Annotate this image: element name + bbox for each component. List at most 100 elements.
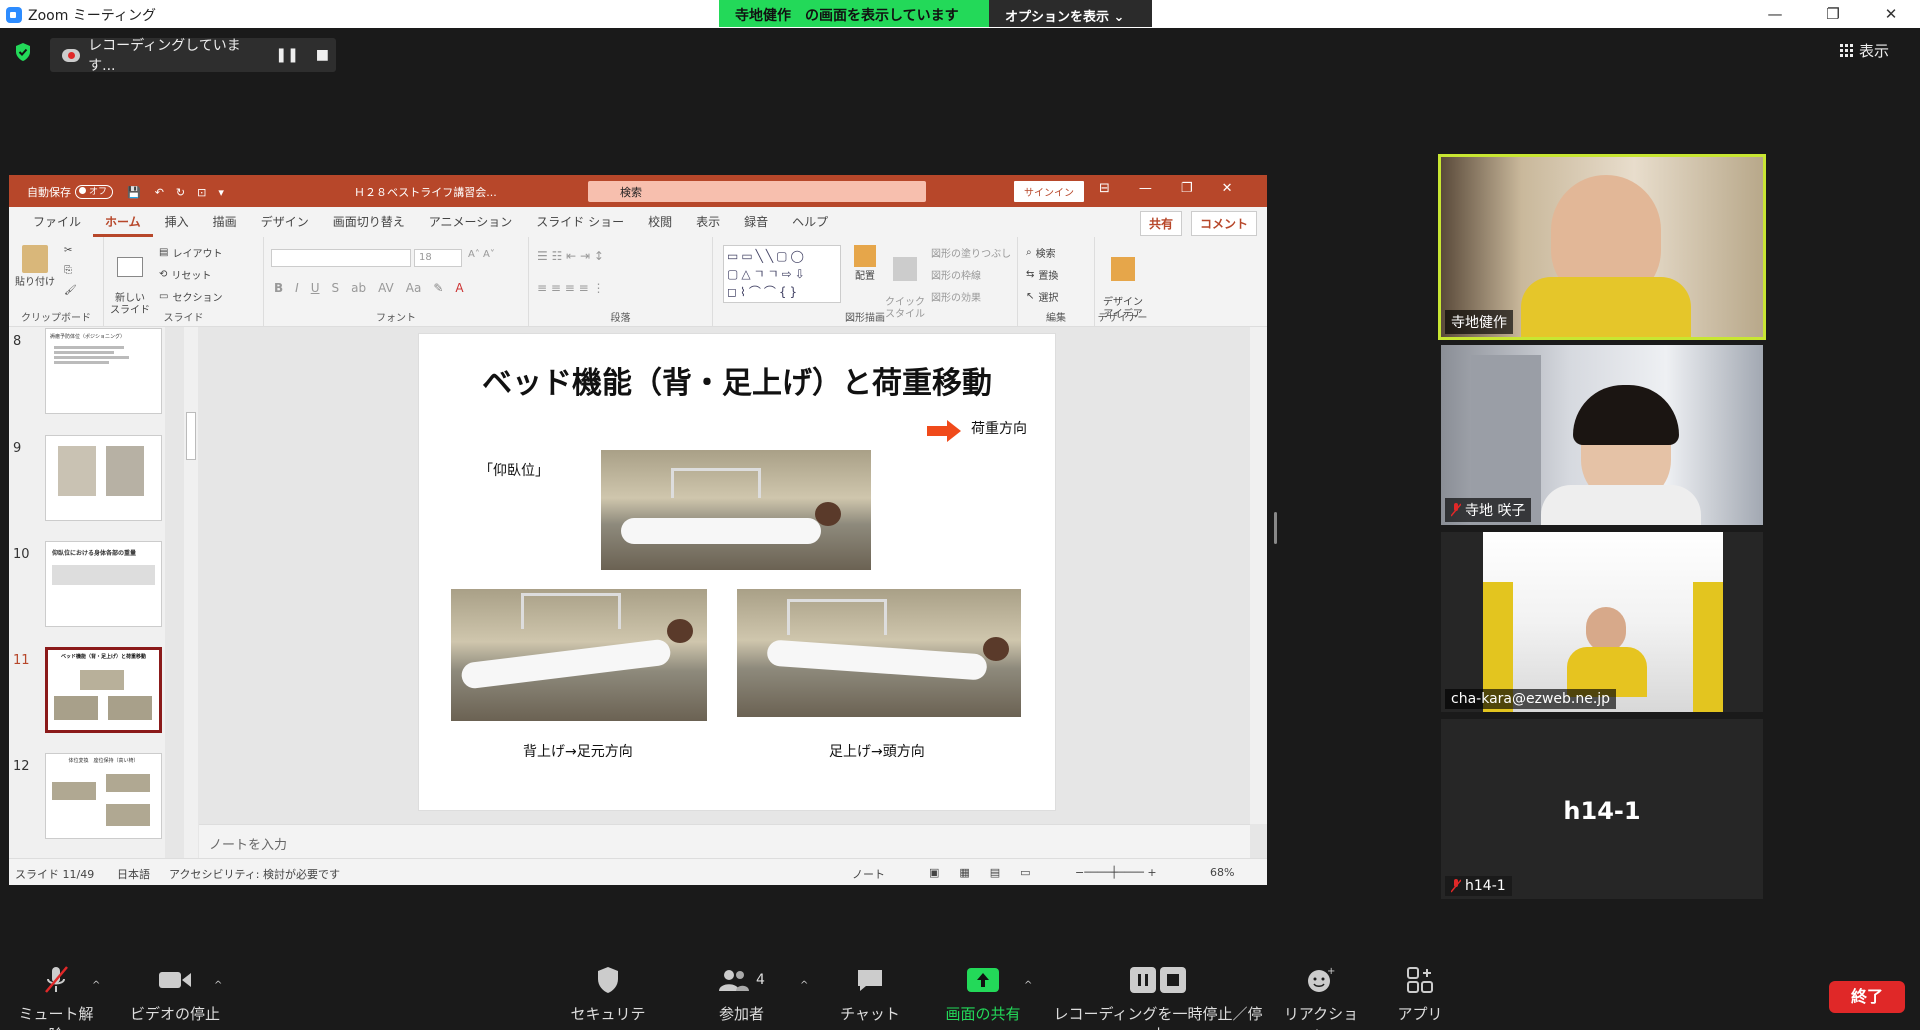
participants-options-caret[interactable]: ^: [800, 980, 808, 991]
apps-button[interactable]: アプリ: [1395, 965, 1445, 1024]
unmute-button[interactable]: ミュート解除: [14, 965, 98, 1030]
tab-record[interactable]: 録音: [732, 207, 780, 237]
pause-recording-button[interactable]: ❚❚: [274, 47, 301, 63]
pause-stop-recording-button[interactable]: レコーディングを一時停止／停止: [1053, 965, 1263, 1030]
accessibility-status[interactable]: アクセシビリティ: 検討が必要です: [169, 866, 340, 882]
share-screen-button[interactable]: 画面の共有: [938, 965, 1028, 1024]
font-size-buttons[interactable]: A˄ A˅: [468, 249, 495, 260]
ppt-share-button[interactable]: 共有: [1139, 211, 1182, 236]
signin-button[interactable]: サインイン: [1014, 181, 1084, 202]
tab-file[interactable]: ファイル: [21, 207, 93, 237]
autosave[interactable]: 自動保存 オフ 💾 ↶ ↻ ⊡ ▾: [27, 184, 224, 200]
thumbnail-8[interactable]: 8 褥瘡予防体位（ポジショニング）: [9, 328, 162, 418]
tab-review[interactable]: 校閲: [636, 207, 684, 237]
copy-icon[interactable]: ⎘: [64, 265, 72, 276]
shape-outline-button[interactable]: 図形の枠線: [931, 267, 981, 282]
layout-button[interactable]: ▤ レイアウト: [159, 245, 222, 260]
language-indicator[interactable]: 日本語: [117, 866, 150, 882]
minimize-button[interactable]: —: [1746, 0, 1804, 28]
thumbnail-9[interactable]: 9: [9, 435, 162, 525]
close-button[interactable]: ✕: [1862, 0, 1920, 28]
participant-tile-1[interactable]: 寺地健作: [1438, 154, 1766, 340]
view-options-button[interactable]: オプションを表示 ⌄: [989, 0, 1152, 27]
list-buttons[interactable]: ☰ ☷ ⇤ ⇥ ↕: [537, 249, 604, 263]
chat-button[interactable]: チャット: [835, 965, 905, 1024]
ppt-search-box[interactable]: 検索: [588, 181, 926, 202]
panel-resize-handle[interactable]: [1274, 512, 1277, 544]
view-mode-buttons[interactable]: ▣▦▤▭: [929, 866, 1051, 879]
tab-animations[interactable]: アニメーション: [417, 207, 525, 237]
stop-recording-button[interactable]: ■: [309, 47, 336, 63]
video-camera-icon: [159, 972, 191, 988]
ppt-restore-button[interactable]: ❐: [1181, 181, 1193, 196]
thumbnail-image-selected[interactable]: ベッド機能（背・足上げ）と荷重移動: [45, 647, 162, 733]
present-icon[interactable]: ⊡: [197, 186, 206, 199]
find-button[interactable]: ⌕ 検索: [1026, 245, 1056, 260]
select-button[interactable]: ↖ 選択: [1026, 289, 1058, 304]
notes-toggle-button[interactable]: ノート: [852, 866, 885, 882]
participants-button[interactable]: 4 参加者: [704, 965, 779, 1024]
new-slide-button[interactable]: 新しい スライド: [109, 245, 151, 317]
redo-icon[interactable]: ↻: [176, 186, 185, 199]
slide-scrollbar[interactable]: [1250, 327, 1267, 824]
section-button[interactable]: ▭ セクション: [159, 289, 222, 304]
share-options-caret[interactable]: ^: [1024, 980, 1032, 991]
thumbnail-scrollbar[interactable]: [184, 327, 198, 858]
tab-design[interactable]: デザイン: [249, 207, 321, 237]
document-title[interactable]: Ｈ２８ベストライフ講習会...: [354, 184, 497, 200]
paste-button[interactable]: 貼り付け: [15, 245, 55, 289]
restore-button[interactable]: ❐: [1804, 0, 1862, 28]
view-button[interactable]: 表示: [1840, 40, 1889, 61]
security-button[interactable]: セキュリティ: [568, 965, 648, 1030]
audio-options-caret[interactable]: ^: [92, 980, 100, 991]
zoom-slider[interactable]: −────┼──── +: [1075, 866, 1157, 879]
current-slide[interactable]: ベッド機能（背・足上げ）と荷重移動 荷重方向 「仰臥位」 背上げ→足元方向 足上…: [418, 333, 1056, 811]
thumbnail-10[interactable]: 10 仰臥位における身体各部の重量: [9, 541, 162, 631]
shield-icon[interactable]: [14, 42, 32, 62]
shape-fill-button[interactable]: 図形の塗りつぶし: [931, 245, 1011, 260]
customize-qat-icon[interactable]: ▾: [218, 186, 224, 199]
tab-draw[interactable]: 描画: [201, 207, 249, 237]
notes-input[interactable]: ノートを入力: [199, 824, 1250, 858]
ppt-minimize-button[interactable]: —: [1139, 181, 1152, 196]
align-buttons[interactable]: ≡ ≡ ≡ ≡ ⋮: [537, 281, 604, 295]
thumbnail-image[interactable]: 体位変換 座位保持（高い椅）: [45, 753, 162, 839]
tab-view[interactable]: 表示: [684, 207, 732, 237]
thumbnail-12[interactable]: 12 体位変換 座位保持（高い椅）: [9, 753, 162, 843]
thumbnail-image[interactable]: [45, 435, 162, 521]
participant-tile-2[interactable]: 寺地 咲子: [1441, 345, 1763, 525]
tab-help[interactable]: ヘルプ: [780, 207, 840, 237]
tab-slideshow[interactable]: スライド ショー: [524, 207, 636, 237]
thumbnail-image[interactable]: 褥瘡予防体位（ポジショニング）: [45, 328, 162, 414]
zoom-level[interactable]: 68%: [1210, 866, 1234, 879]
ribbon-display-icon[interactable]: ⊟: [1099, 181, 1110, 196]
cut-icon[interactable]: ✂: [64, 245, 72, 256]
thumbnail-image[interactable]: 仰臥位における身体各部の重量: [45, 541, 162, 627]
tab-transitions[interactable]: 画面切り替え: [321, 207, 417, 237]
reactions-button[interactable]: + リアクション: [1282, 965, 1360, 1030]
save-icon[interactable]: 💾: [127, 186, 141, 199]
ppt-close-button[interactable]: ✕: [1222, 181, 1233, 196]
arrange-button[interactable]: 配置: [849, 245, 881, 283]
tab-home[interactable]: ホーム: [93, 207, 153, 237]
thumbnail-11[interactable]: 11 ベッド機能（背・足上げ）と荷重移動: [9, 647, 162, 737]
reset-button[interactable]: ⟲ リセット: [159, 267, 211, 282]
tab-insert[interactable]: 挿入: [153, 207, 201, 237]
end-meeting-button[interactable]: 終了: [1829, 981, 1905, 1013]
participant-tile-4[interactable]: h14-1 h14-1: [1441, 719, 1763, 899]
undo-icon[interactable]: ↶: [155, 186, 164, 199]
shape-effect-button[interactable]: 図形の効果: [931, 289, 981, 304]
participant-tile-3[interactable]: cha-kara@ezweb.ne.jp: [1441, 532, 1763, 712]
ppt-comment-button[interactable]: コメント: [1190, 211, 1257, 236]
font-name-field[interactable]: [271, 249, 411, 267]
format-painter-icon[interactable]: 🖌: [64, 285, 77, 296]
thumbnail-title: ベッド機能（背・足上げ）と荷重移動: [60, 654, 146, 660]
autosave-toggle[interactable]: オフ: [75, 185, 113, 199]
shape-gallery[interactable]: ▭▭╲╲▢◯ ▢△ㄱㄱ⇨⇩ ◻⌇⌒⌒{}: [723, 245, 841, 303]
font-format-row[interactable]: B I U Sab AV Aa ✎ A: [274, 281, 464, 295]
replace-button[interactable]: ⇆ 置換: [1026, 267, 1058, 282]
stop-video-button[interactable]: ビデオの停止: [130, 965, 220, 1024]
video-options-caret[interactable]: ^: [214, 980, 222, 991]
thumbnail-scroll-thumb[interactable]: [186, 412, 196, 460]
font-size-field[interactable]: 18: [414, 249, 462, 267]
